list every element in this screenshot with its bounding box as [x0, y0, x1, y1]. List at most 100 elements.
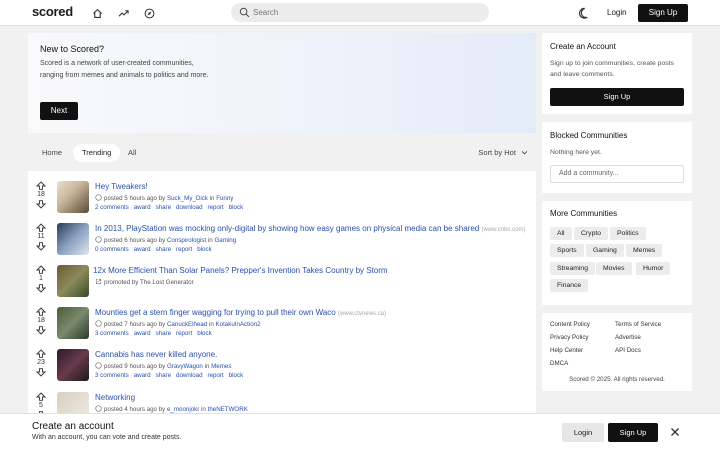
- downvote-icon[interactable]: [35, 242, 47, 251]
- downvote-icon[interactable]: [35, 326, 47, 335]
- add-community-input[interactable]: Add a community...: [550, 165, 684, 183]
- top-bar: scored Login Sign Up: [0, 0, 720, 26]
- post-meta: posted 6 hours ago by Conspirologist in …: [95, 236, 236, 244]
- post-action[interactable]: report: [176, 246, 192, 253]
- post-community[interactable]: Funny: [216, 195, 233, 202]
- external-link-icon: [95, 278, 102, 285]
- post-author[interactable]: CanuckElhead: [167, 321, 207, 328]
- post-domain[interactable]: (www.cnbc.com): [481, 227, 525, 233]
- post-author[interactable]: GravyWagon: [167, 363, 203, 370]
- post-actions: 0 comments award share report block: [95, 246, 217, 253]
- login-button[interactable]: Login: [600, 5, 634, 21]
- chip-crypto[interactable]: Crypto: [574, 227, 609, 240]
- post-action[interactable]: award: [134, 204, 151, 211]
- post-action[interactable]: report: [176, 330, 192, 337]
- explore-icon[interactable]: [142, 6, 156, 20]
- search-bar[interactable]: [231, 3, 489, 22]
- post-type-icon: [95, 194, 102, 201]
- post-title[interactable]: Mounties get a stern finger wagging for …: [95, 308, 336, 317]
- link-help-center[interactable]: Help Center: [550, 347, 583, 354]
- post-thumbnail[interactable]: [57, 349, 89, 381]
- post-title[interactable]: Cannabis has never killed anyone.: [95, 350, 217, 359]
- link-advertise[interactable]: Advertise: [615, 334, 641, 341]
- post-action[interactable]: report: [208, 204, 224, 211]
- post-action[interactable]: download: [176, 204, 203, 211]
- post-thumbnail[interactable]: [57, 223, 89, 255]
- post-author[interactable]: Suck_My_Dick: [167, 195, 208, 202]
- post-action[interactable]: download: [176, 372, 203, 379]
- search-input[interactable]: [253, 6, 473, 19]
- post-title[interactable]: In 2013, PlayStation was mocking only-di…: [95, 224, 479, 233]
- chip-memes[interactable]: Memes: [626, 244, 663, 257]
- upvote-icon[interactable]: [35, 265, 47, 274]
- upvote-icon[interactable]: [35, 307, 47, 316]
- post-community[interactable]: theNETWORK: [208, 406, 248, 413]
- post-action[interactable]: award: [134, 372, 151, 379]
- link-terms-of-service[interactable]: Terms of Service: [615, 321, 661, 328]
- post-domain[interactable]: (www.ctvnews.ca): [338, 311, 386, 317]
- dark-mode-icon[interactable]: [578, 7, 591, 20]
- chip-all[interactable]: All: [550, 227, 572, 240]
- close-icon[interactable]: [669, 426, 681, 438]
- post-action[interactable]: block: [229, 372, 243, 379]
- tab-all[interactable]: All: [119, 144, 145, 162]
- link-content-policy[interactable]: Content Policy: [550, 321, 590, 328]
- post-community[interactable]: Memes: [211, 363, 231, 370]
- post-action[interactable]: 0 comments: [95, 246, 129, 253]
- post-thumbnail[interactable]: [57, 307, 89, 339]
- chip-movies[interactable]: Movies: [596, 262, 632, 275]
- tab-home[interactable]: Home: [33, 144, 71, 162]
- post-thumbnail[interactable]: [57, 181, 89, 213]
- chip-gaming[interactable]: Gaming: [586, 244, 624, 257]
- post-action[interactable]: share: [156, 246, 171, 253]
- post-action[interactable]: award: [134, 330, 151, 337]
- welcome-title: New to Scored?: [40, 44, 105, 54]
- bottom-signup-button[interactable]: Sign Up: [608, 423, 658, 442]
- post-action[interactable]: share: [156, 372, 171, 379]
- post-title[interactable]: Networking: [95, 393, 135, 402]
- downvote-icon[interactable]: [35, 284, 47, 293]
- post-action[interactable]: 3 comments: [95, 330, 129, 337]
- chip-finance[interactable]: Finance: [550, 279, 589, 292]
- site-logo[interactable]: scored: [32, 4, 73, 19]
- bottom-login-button[interactable]: Login: [562, 423, 604, 442]
- downvote-icon[interactable]: [35, 200, 47, 209]
- post-community[interactable]: Gaming: [214, 237, 236, 244]
- post-action[interactable]: block: [229, 204, 243, 211]
- link-privacy-policy[interactable]: Privacy Policy: [550, 334, 589, 341]
- sidebar-signup-button[interactable]: Sign Up: [550, 88, 684, 106]
- post-author[interactable]: e_moonjokr: [167, 406, 199, 413]
- home-icon[interactable]: [90, 6, 104, 20]
- post-author[interactable]: Conspirologist: [167, 237, 206, 244]
- signup-button[interactable]: Sign Up: [638, 4, 688, 22]
- chip-politics[interactable]: Politics: [610, 227, 646, 240]
- post-community[interactable]: KotakuInAction2: [216, 321, 261, 328]
- post-action[interactable]: block: [197, 330, 211, 337]
- link-api-docs[interactable]: API Docs: [615, 347, 641, 354]
- tab-trending[interactable]: Trending: [73, 144, 121, 162]
- post-action[interactable]: block: [197, 246, 211, 253]
- create-account-text: Sign up to join communities, create post…: [550, 60, 674, 78]
- post-title[interactable]: 12x More Efficient Than Solar Panels? Pr…: [93, 266, 388, 275]
- score-count: 23: [37, 359, 45, 366]
- chip-sports[interactable]: Sports: [550, 244, 584, 257]
- next-button[interactable]: Next: [40, 102, 78, 120]
- downvote-icon[interactable]: [35, 368, 47, 377]
- chip-streaming[interactable]: Streaming: [550, 262, 595, 275]
- upvote-icon[interactable]: [35, 349, 47, 358]
- post-title[interactable]: Hey Tweakers!: [95, 182, 148, 191]
- chip-humor[interactable]: Humor: [636, 262, 671, 275]
- link-dmca[interactable]: DMCA: [550, 360, 568, 367]
- post-action[interactable]: award: [134, 246, 151, 253]
- trending-icon[interactable]: [116, 6, 130, 20]
- post-action[interactable]: share: [156, 330, 171, 337]
- post-action[interactable]: 2 comments: [95, 204, 129, 211]
- sort-dropdown[interactable]: Sort by Hot: [478, 148, 528, 157]
- post-action[interactable]: report: [208, 372, 224, 379]
- upvote-icon[interactable]: [35, 223, 47, 232]
- post-action[interactable]: share: [156, 204, 171, 211]
- upvote-icon[interactable]: [35, 181, 47, 190]
- post-thumbnail[interactable]: [57, 265, 89, 297]
- post-action[interactable]: 3 comments: [95, 372, 129, 379]
- upvote-icon[interactable]: [35, 392, 47, 401]
